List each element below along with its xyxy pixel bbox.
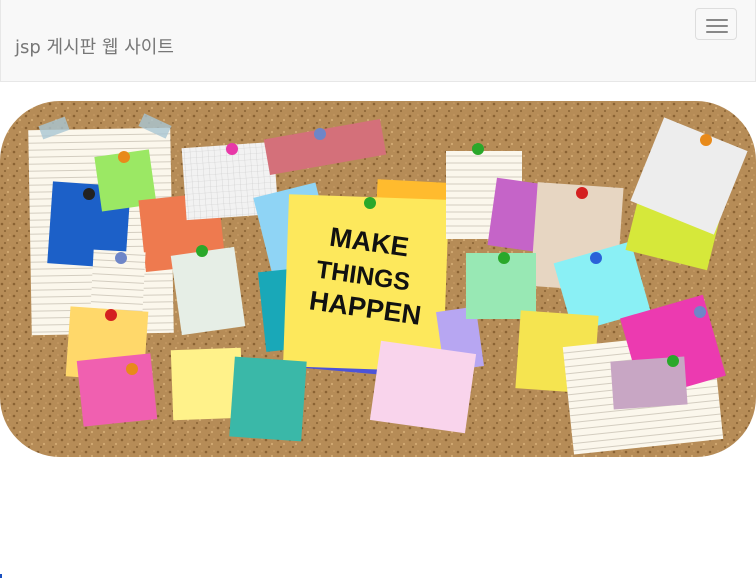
hero-image: MAKE THINGS HAPPEN	[0, 101, 756, 457]
navbar-toggle-button[interactable]	[695, 8, 737, 40]
corkboard-illustration: MAKE THINGS HAPPEN	[0, 101, 756, 457]
top-navbar: jsp 게시판 웹 사이트	[0, 0, 756, 82]
page-edge-marker	[0, 574, 2, 578]
site-brand-link[interactable]: jsp 게시판 웹 사이트	[15, 33, 174, 59]
hamburger-menu-icon	[706, 19, 728, 21]
